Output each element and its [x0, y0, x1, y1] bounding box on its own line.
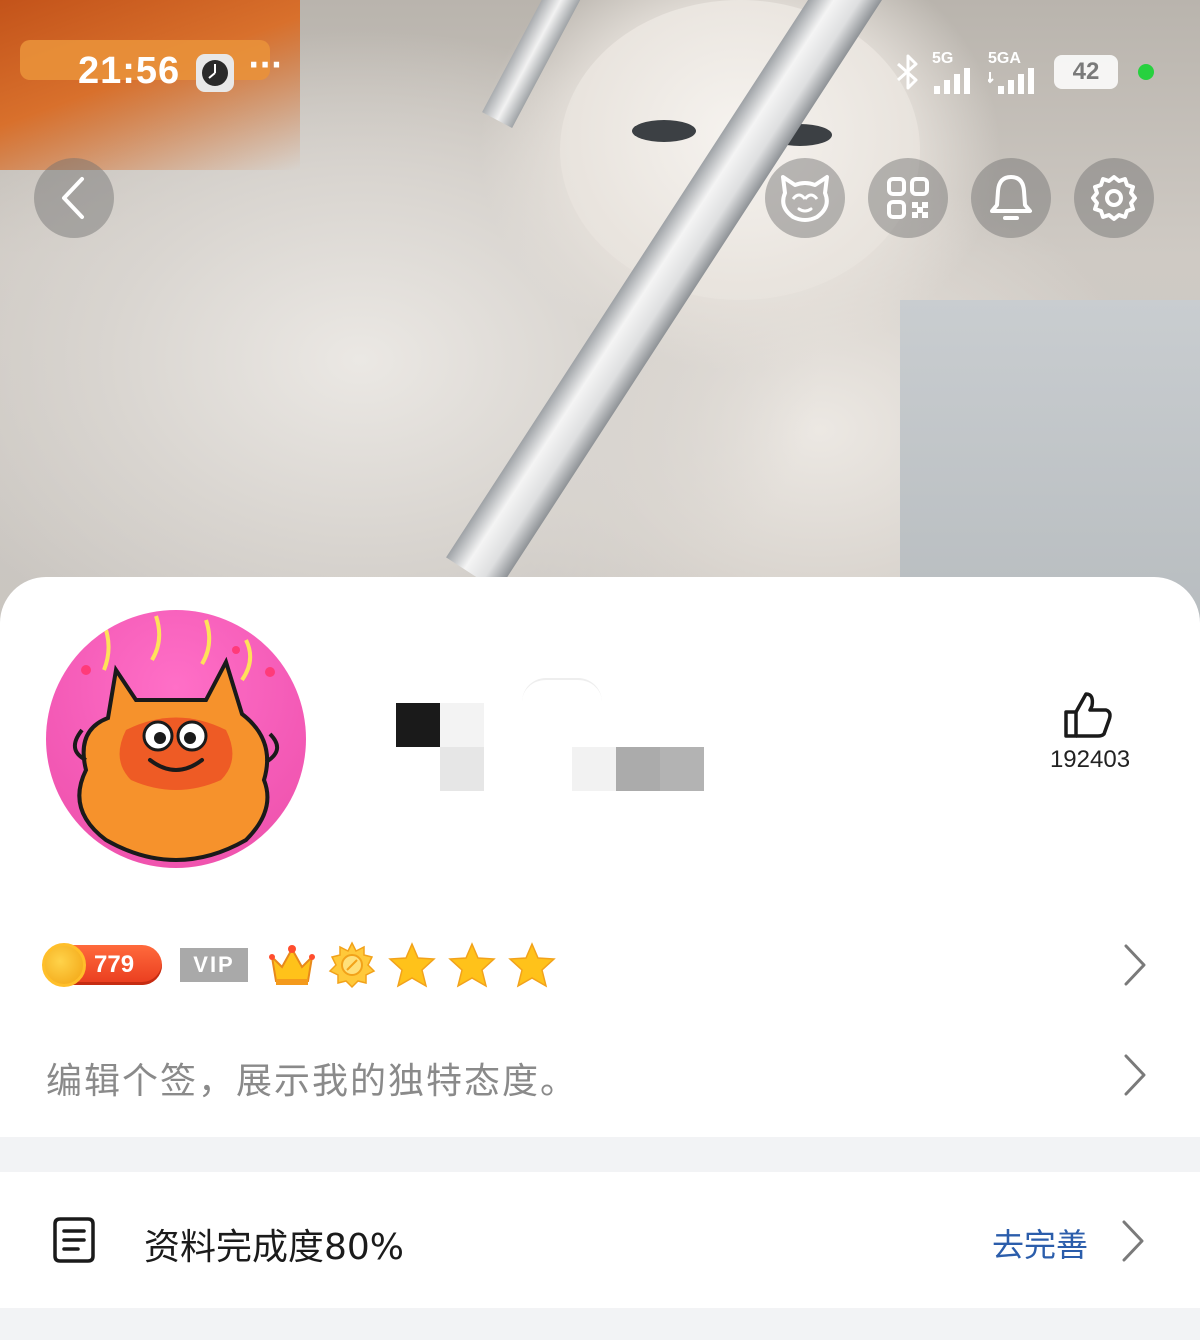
cover-photo[interactable] [0, 0, 1200, 640]
signal-1: 5G [932, 50, 978, 94]
redaction-block [616, 747, 660, 791]
privacy-indicator-dot [1138, 64, 1154, 80]
signal-bars-icon [934, 68, 970, 94]
chevron-right-icon[interactable] [1118, 1218, 1146, 1264]
redaction-block [522, 678, 602, 702]
username-redacted [396, 678, 716, 798]
thumbs-up-icon [1064, 692, 1112, 738]
avatar[interactable] [46, 610, 306, 868]
chevron-left-icon [62, 177, 84, 219]
star-icon [508, 941, 556, 989]
coin-level-value: 779 [94, 951, 135, 978]
bluetooth-icon [897, 54, 918, 90]
chevron-right-icon[interactable] [1120, 1052, 1148, 1098]
chevron-right-icon[interactable] [1120, 942, 1148, 988]
star-icon [448, 941, 496, 989]
redaction-block [660, 747, 704, 791]
redaction-block [440, 703, 484, 747]
mascot-button[interactable] [765, 158, 845, 238]
back-button[interactable] [34, 158, 114, 238]
notifications-button[interactable] [971, 158, 1051, 238]
clock-app-icon [196, 54, 234, 92]
qr-code-icon [887, 177, 929, 219]
bell-icon [990, 175, 1032, 220]
redaction-block [396, 703, 440, 747]
profile-completion-label: 资料完成度80% [144, 1227, 405, 1268]
signal-2: 5GA [988, 50, 1044, 94]
battery-indicator: 42 [1054, 55, 1118, 89]
vip-badge: VIP [180, 948, 248, 982]
redaction-block [440, 747, 484, 791]
signal-bars-icon [988, 68, 1034, 94]
network-label: 5G [932, 50, 954, 67]
status-time: 21:56 [78, 50, 181, 92]
qr-code-button[interactable] [868, 158, 948, 238]
settings-button[interactable] [1074, 158, 1154, 238]
cover-photo-cat-eye [632, 120, 696, 142]
status-indicators: 5G 5GA 42 [894, 50, 1154, 94]
like-button[interactable] [1062, 690, 1114, 744]
avatar-cat-illustration [73, 615, 279, 862]
level-badges-row[interactable]: 779 VIP [42, 940, 556, 990]
coin-level-badge: 779 [42, 943, 162, 987]
crown-icon [268, 941, 316, 989]
coin-icon [42, 943, 86, 987]
sun-icon [328, 941, 376, 989]
star-icon [388, 941, 436, 989]
gear-icon [1091, 175, 1137, 221]
complete-profile-link[interactable]: 去完善 [992, 1220, 1088, 1266]
network-label: 5GA [988, 50, 1021, 67]
redaction-block [572, 747, 616, 791]
status-more-icon: ··· [248, 48, 283, 83]
document-icon [53, 1217, 95, 1263]
cat-face-icon [781, 175, 829, 222]
like-count: 192403 [1049, 746, 1131, 773]
signature-placeholder[interactable]: 编辑个签，展示我的独特态度。 [46, 1052, 578, 1104]
